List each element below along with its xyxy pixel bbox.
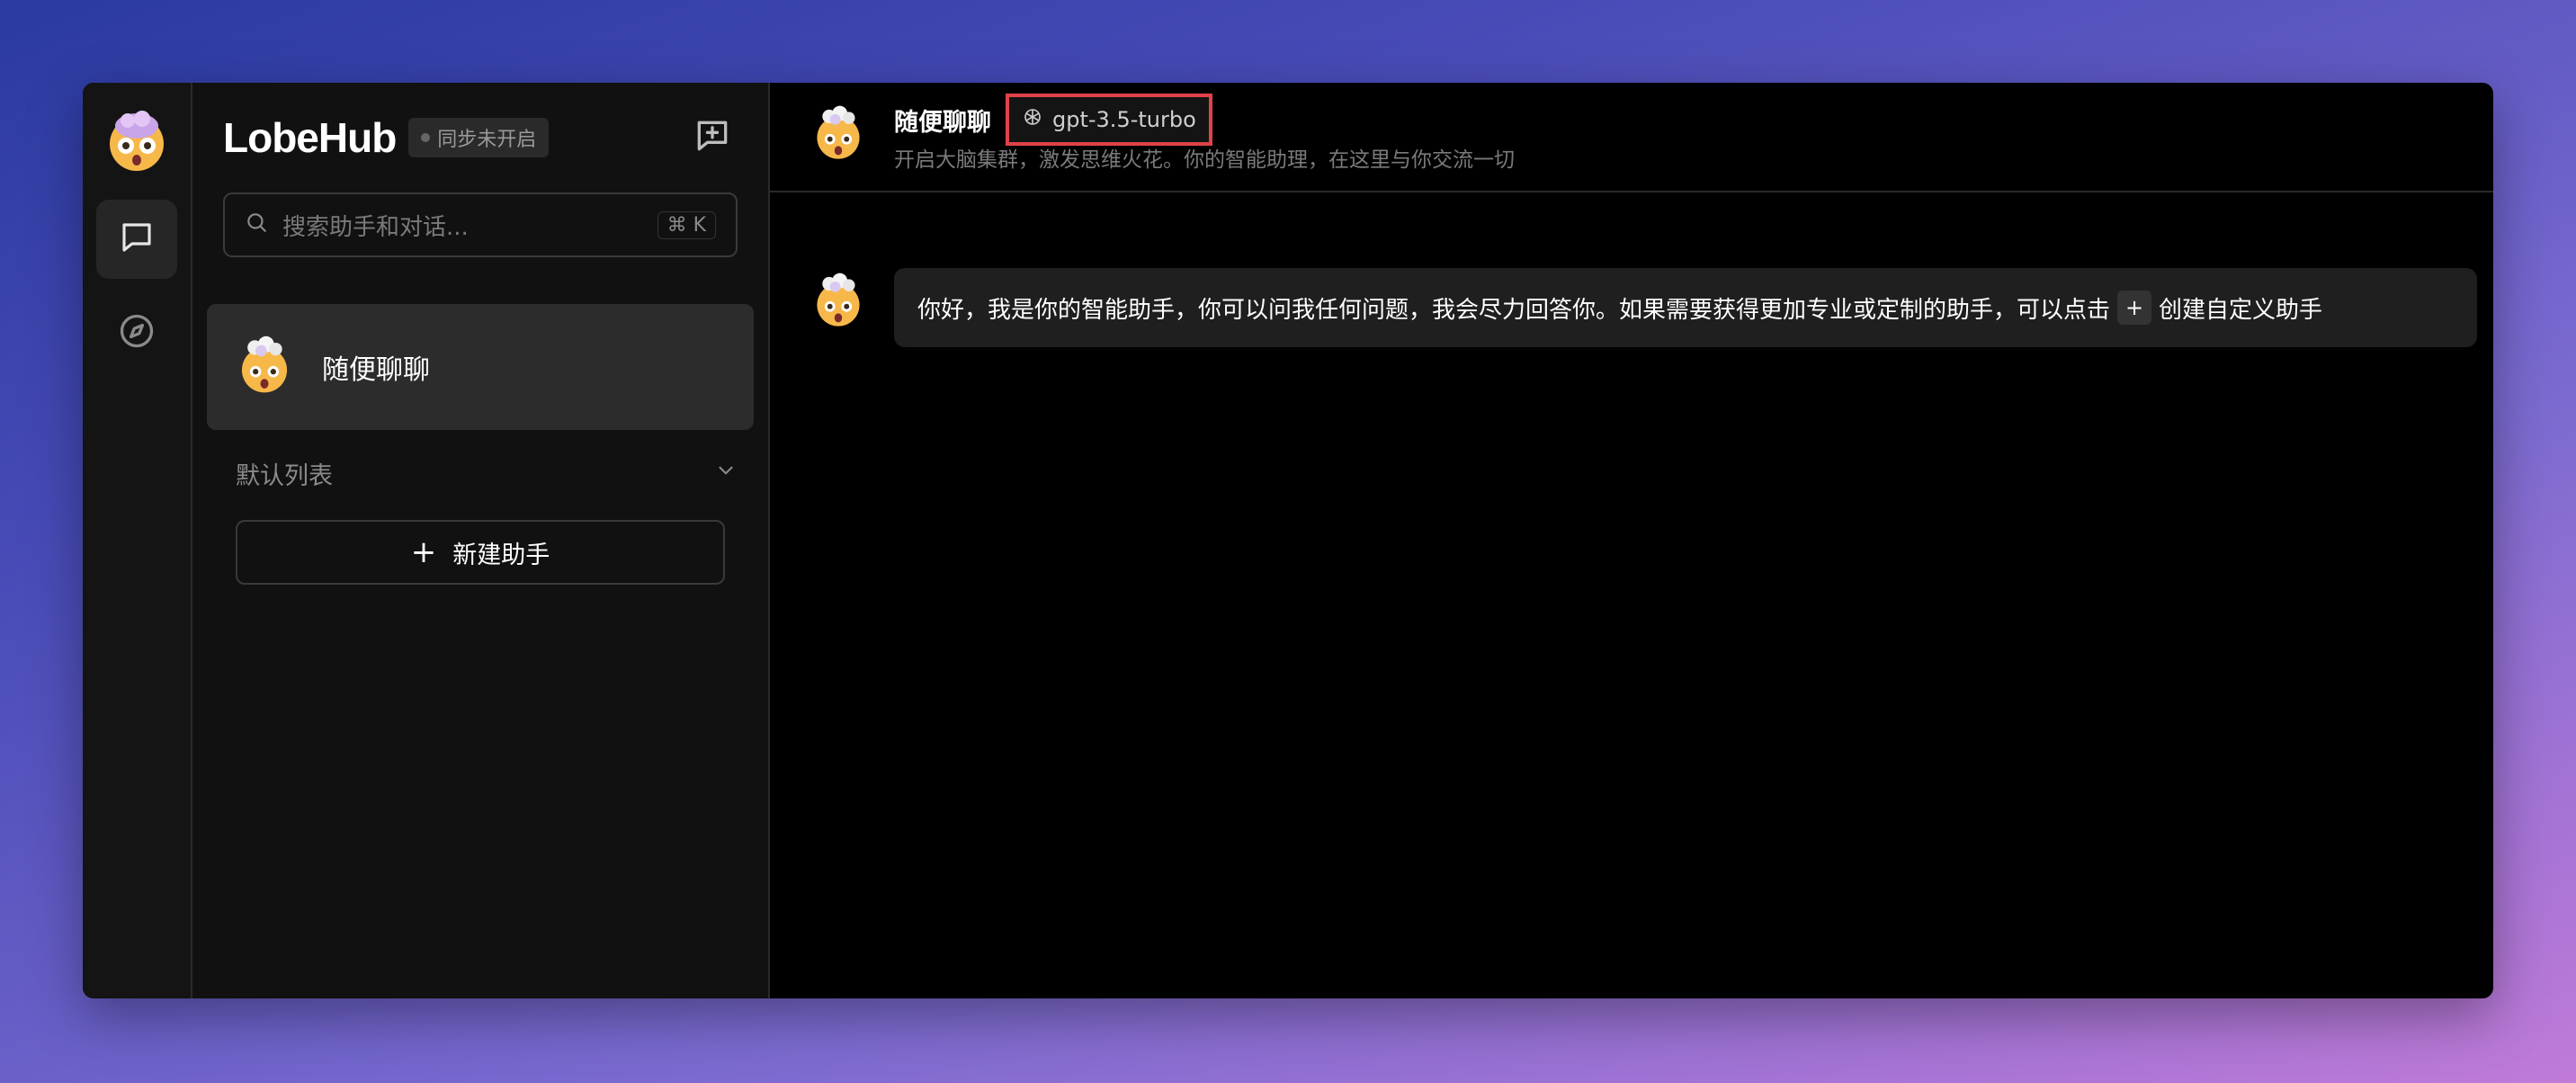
model-tag[interactable]: gpt-3.5-turbo: [1006, 94, 1212, 146]
chat-bubble-icon: [118, 219, 156, 260]
inline-create-button[interactable]: +: [2117, 291, 2152, 325]
session-item[interactable]: 随便聊聊: [207, 304, 754, 430]
search-shortcut-hint: ⌘ K: [657, 210, 716, 239]
group-label: 默认列表: [236, 461, 333, 490]
chat-title: 随便聊聊: [894, 108, 991, 137]
assistant-avatar[interactable]: [809, 104, 867, 162]
rail-chat-button[interactable]: [96, 200, 177, 279]
session-sidebar: LobeHub 同步未开启 搜索助手和对话... ⌘ K 随便聊聊 默认列表 +…: [192, 83, 770, 998]
message-bubble: 你好，我是你的智能助手，你可以问我任何问题，我会尽力回答你。如果需要获得更加专业…: [894, 268, 2477, 347]
chat-header-info: 随便聊聊 gpt-3.5-turbo 开启大脑集群，激发思维火花。你的智能助理，…: [894, 94, 1515, 173]
user-avatar[interactable]: [103, 106, 171, 175]
message-text-after: 创建自定义助手: [2159, 296, 2323, 324]
create-assistant-label: 新建助手: [452, 541, 550, 569]
message-plus-icon: [693, 116, 732, 159]
sync-status-badge[interactable]: 同步未开启: [408, 118, 550, 157]
message-avatar[interactable]: [809, 272, 867, 329]
search-input[interactable]: 搜索助手和对话... ⌘ K: [223, 192, 738, 257]
search-icon: [245, 210, 268, 240]
new-chat-button[interactable]: [687, 112, 738, 163]
search-placeholder: 搜索助手和对话...: [282, 213, 469, 241]
group-default-list[interactable]: 默认列表: [236, 457, 738, 490]
sync-dot-icon: [421, 133, 431, 142]
chat-message: 你好，我是你的智能助手，你可以问我任何问题，我会尽力回答你。如果需要获得更加专业…: [770, 192, 2493, 347]
create-assistant-button[interactable]: + 新建助手: [236, 520, 725, 585]
rail-discover-button[interactable]: [96, 293, 177, 372]
chat-main: 随便聊聊 gpt-3.5-turbo 开启大脑集群，激发思维火花。你的智能助理，…: [770, 83, 2493, 998]
model-name: gpt-3.5-turbo: [1052, 107, 1196, 132]
message-text-before: 你好，我是你的智能助手，你可以问我任何问题，我会尽力回答你。如果需要获得更加专业…: [917, 296, 2111, 324]
chat-description: 开启大脑集群，激发思维火花。你的智能助理，在这里与你交流一切: [894, 148, 1515, 172]
compass-icon: [117, 311, 157, 354]
plus-icon: +: [410, 534, 437, 570]
app-window: LobeHub 同步未开启 搜索助手和对话... ⌘ K 随便聊聊 默认列表 +…: [83, 83, 2493, 998]
chevron-down-icon: [714, 459, 738, 488]
sidebar-header: LobeHub 同步未开启: [192, 83, 768, 192]
sync-status-label: 同步未开启: [437, 129, 537, 151]
openai-icon: [1022, 106, 1043, 133]
chat-header: 随便聊聊 gpt-3.5-turbo 开启大脑集群，激发思维火花。你的智能助理，…: [770, 83, 2493, 192]
app-logo: LobeHub: [223, 114, 397, 161]
session-name: 随便聊聊: [322, 354, 430, 386]
chat-header-top: 随便聊聊 gpt-3.5-turbo: [894, 94, 1515, 146]
exploding-head-emoji-icon: [234, 335, 295, 399]
activity-rail: [83, 83, 192, 998]
